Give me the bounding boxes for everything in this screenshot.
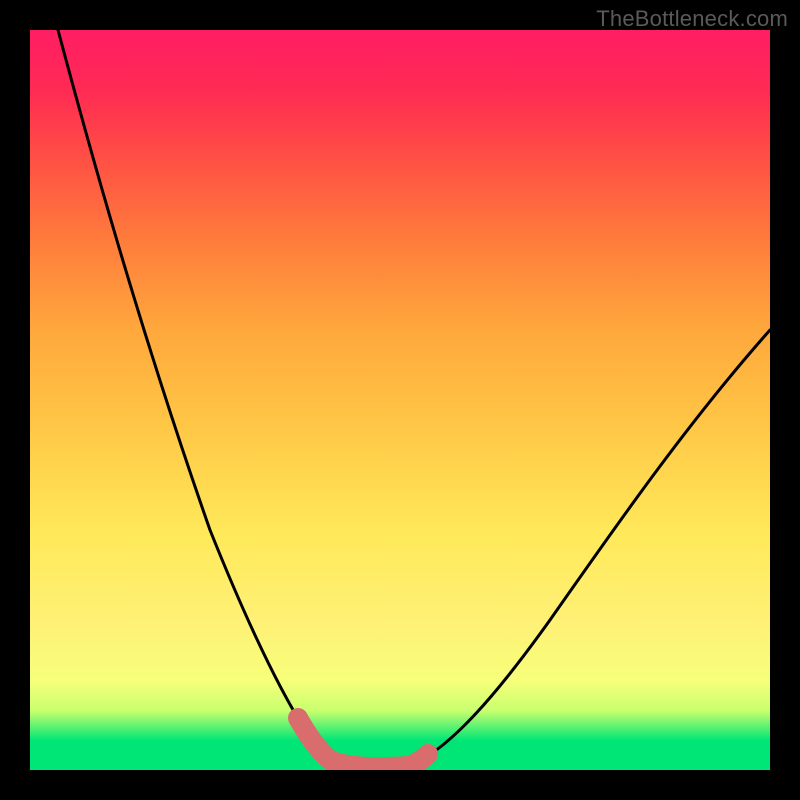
highlight-band (298, 718, 428, 767)
chart-frame: TheBottleneck.com (0, 0, 800, 800)
bottleneck-curve-right (410, 330, 770, 765)
plot-area (30, 30, 770, 770)
watermark-text: TheBottleneck.com (596, 6, 788, 32)
curve-layer (30, 30, 770, 770)
bottleneck-curve-left (58, 30, 335, 762)
